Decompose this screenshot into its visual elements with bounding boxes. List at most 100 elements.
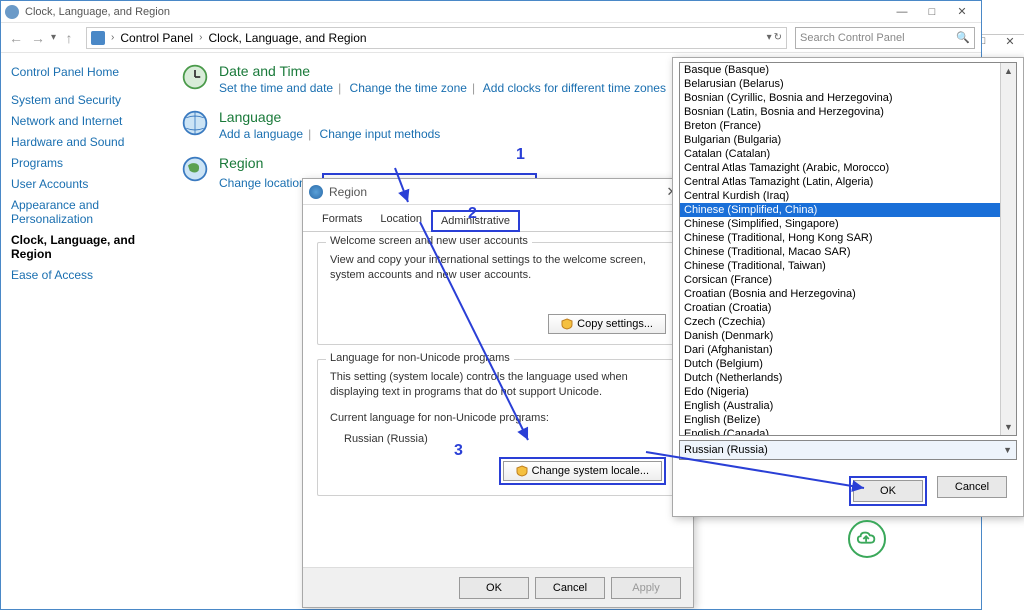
locale-list-item[interactable]: Bulgarian (Bulgaria)	[680, 133, 1016, 147]
scrollbar[interactable]: ▲ ▼	[1000, 63, 1016, 435]
close-icon: ✕	[996, 35, 1024, 55]
category-title[interactable]: Date and Time	[219, 63, 666, 79]
ok-button[interactable]: OK	[853, 480, 923, 502]
forward-button[interactable]: →	[29, 29, 47, 47]
clock-icon	[181, 63, 209, 91]
sidebar-item-clock[interactable]: Clock, Language, and Region	[11, 233, 151, 261]
locale-list-item[interactable]: Czech (Czechia)	[680, 315, 1016, 329]
chevron-right-icon: ›	[197, 32, 204, 43]
group-legend: Language for non-Unicode programs	[326, 352, 514, 364]
maximize-button[interactable]: □	[917, 2, 947, 22]
annotation-3: 3	[454, 442, 463, 460]
group-welcome: Welcome screen and new user accounts Vie…	[317, 242, 679, 345]
sidebar-item-system[interactable]: System and Security	[11, 93, 151, 107]
locale-list-item[interactable]: Danish (Denmark)	[680, 329, 1016, 343]
locale-list-item[interactable]: Chinese (Traditional, Taiwan)	[680, 259, 1016, 273]
address-bar: ← → ▾ ↑ › Control Panel › Clock, Languag…	[1, 23, 981, 53]
locale-list-item[interactable]: Chinese (Simplified, Singapore)	[680, 217, 1016, 231]
locale-list-item[interactable]: Chinese (Traditional, Macao SAR)	[680, 245, 1016, 259]
link-add-clocks[interactable]: Add clocks for different time zones	[483, 81, 666, 95]
locale-list[interactable]: Basque (Basque)Belarusian (Belarus)Bosni…	[679, 62, 1017, 436]
sidebar-item-users[interactable]: User Accounts	[11, 177, 151, 191]
locale-list-item[interactable]: English (Canada)	[680, 427, 1016, 436]
search-input[interactable]: Search Control Panel 🔍	[795, 27, 975, 49]
breadcrumb-dropdown[interactable]: ▾	[767, 32, 772, 43]
region-dialog: Region ✕ Formats Location Administrative…	[302, 178, 694, 608]
locale-list-item[interactable]: Croatian (Croatia)	[680, 301, 1016, 315]
recent-dropdown[interactable]: ▾	[51, 32, 56, 43]
locale-list-item[interactable]: Dutch (Belgium)	[680, 357, 1016, 371]
search-icon: 🔍	[956, 31, 970, 44]
link-set-time[interactable]: Set the time and date	[219, 81, 333, 95]
sidebar-item-programs[interactable]: Programs	[11, 156, 151, 170]
copy-settings-button[interactable]: Copy settings...	[548, 314, 666, 334]
change-locale-label: Change system locale...	[532, 465, 649, 477]
sidebar: Control Panel Home System and Security N…	[1, 53, 161, 609]
sidebar-item-ease[interactable]: Ease of Access	[11, 268, 151, 282]
annotation-2: 2	[468, 205, 477, 223]
close-button[interactable]: ✕	[947, 2, 977, 22]
locale-list-item[interactable]: Edo (Nigeria)	[680, 385, 1016, 399]
link-change-location[interactable]: Change location	[219, 176, 306, 190]
locale-dialog: Basque (Basque)Belarusian (Belarus)Bosni…	[672, 57, 1024, 517]
locale-list-item[interactable]: Bosnian (Cyrillic, Bosnia and Herzegovin…	[680, 91, 1016, 105]
link-input-methods[interactable]: Change input methods	[320, 127, 441, 141]
link-add-lang[interactable]: Add a language	[219, 127, 303, 141]
welcome-text: View and copy your international setting…	[330, 253, 666, 284]
link-change-tz[interactable]: Change the time zone	[350, 81, 467, 95]
copy-settings-label: Copy settings...	[577, 318, 653, 330]
locale-list-item[interactable]: Breton (France)	[680, 119, 1016, 133]
cancel-button[interactable]: Cancel	[535, 577, 605, 599]
scroll-down-icon[interactable]: ▼	[1001, 419, 1016, 435]
locale-list-item[interactable]: Chinese (Traditional, Hong Kong SAR)	[680, 231, 1016, 245]
titlebar[interactable]: Clock, Language, and Region — □ ✕	[1, 1, 981, 23]
locale-combo[interactable]: Russian (Russia) ▼	[679, 440, 1017, 460]
app-icon	[5, 5, 19, 19]
locale-list-item[interactable]: Belarusian (Belarus)	[680, 77, 1016, 91]
up-button[interactable]: ↑	[60, 29, 78, 47]
locale-list-item[interactable]: Croatian (Bosnia and Herzegovina)	[680, 287, 1016, 301]
locale-combo-value: Russian (Russia)	[684, 444, 1003, 456]
category-title[interactable]: Language	[219, 109, 440, 125]
breadcrumb-current[interactable]: Clock, Language, and Region	[204, 29, 370, 47]
current-lang-label: Current language for non-Unicode program…	[330, 411, 666, 426]
nonunicode-text: This setting (system locale) controls th…	[330, 370, 666, 401]
region-icon	[309, 185, 323, 199]
breadcrumb-bar[interactable]: › Control Panel › Clock, Language, and R…	[86, 27, 787, 49]
locale-list-item[interactable]: Central Atlas Tamazight (Latin, Algeria)	[680, 175, 1016, 189]
ok-button[interactable]: OK	[459, 577, 529, 599]
locale-list-item[interactable]: English (Belize)	[680, 413, 1016, 427]
category-title[interactable]: Region	[219, 155, 537, 171]
watermark-badge	[848, 520, 886, 558]
locale-list-item[interactable]: Corsican (France)	[680, 273, 1016, 287]
cancel-button[interactable]: Cancel	[937, 476, 1007, 498]
region-tabs: Formats Location Administrative	[303, 205, 693, 232]
sidebar-item-appearance[interactable]: Appearance and Personalization	[11, 198, 151, 226]
tab-formats[interactable]: Formats	[313, 209, 371, 231]
locale-list-item[interactable]: Dari (Afghanistan)	[680, 343, 1016, 357]
change-system-locale-button[interactable]: Change system locale...	[503, 461, 662, 481]
refresh-icon[interactable]: ↻	[774, 32, 782, 43]
sidebar-item-hardware[interactable]: Hardware and Sound	[11, 135, 151, 149]
locale-list-item[interactable]: English (Australia)	[680, 399, 1016, 413]
breadcrumb-root[interactable]: Control Panel	[116, 29, 197, 47]
region-titlebar[interactable]: Region ✕	[303, 179, 693, 205]
back-button[interactable]: ←	[7, 29, 25, 47]
sidebar-home[interactable]: Control Panel Home	[11, 65, 151, 79]
window-title: Clock, Language, and Region	[25, 6, 887, 18]
locale-list-item[interactable]: Bosnian (Latin, Bosnia and Herzegovina)	[680, 105, 1016, 119]
locale-list-item[interactable]: Central Atlas Tamazight (Arabic, Morocco…	[680, 161, 1016, 175]
scroll-up-icon[interactable]: ▲	[1001, 63, 1016, 79]
region-title: Region	[329, 185, 657, 199]
locale-list-item[interactable]: Basque (Basque)	[680, 63, 1016, 77]
locale-list-item[interactable]: Chinese (Simplified, China)	[680, 203, 1016, 217]
current-lang-value: Russian (Russia)	[344, 432, 666, 447]
minimize-button[interactable]: —	[887, 2, 917, 22]
locale-list-item[interactable]: Dutch (Netherlands)	[680, 371, 1016, 385]
tab-location[interactable]: Location	[371, 209, 431, 231]
locale-list-item[interactable]: Catalan (Catalan)	[680, 147, 1016, 161]
shield-icon	[516, 465, 528, 477]
search-placeholder: Search Control Panel	[800, 32, 905, 44]
locale-list-item[interactable]: Central Kurdish (Iraq)	[680, 189, 1016, 203]
sidebar-item-network[interactable]: Network and Internet	[11, 114, 151, 128]
